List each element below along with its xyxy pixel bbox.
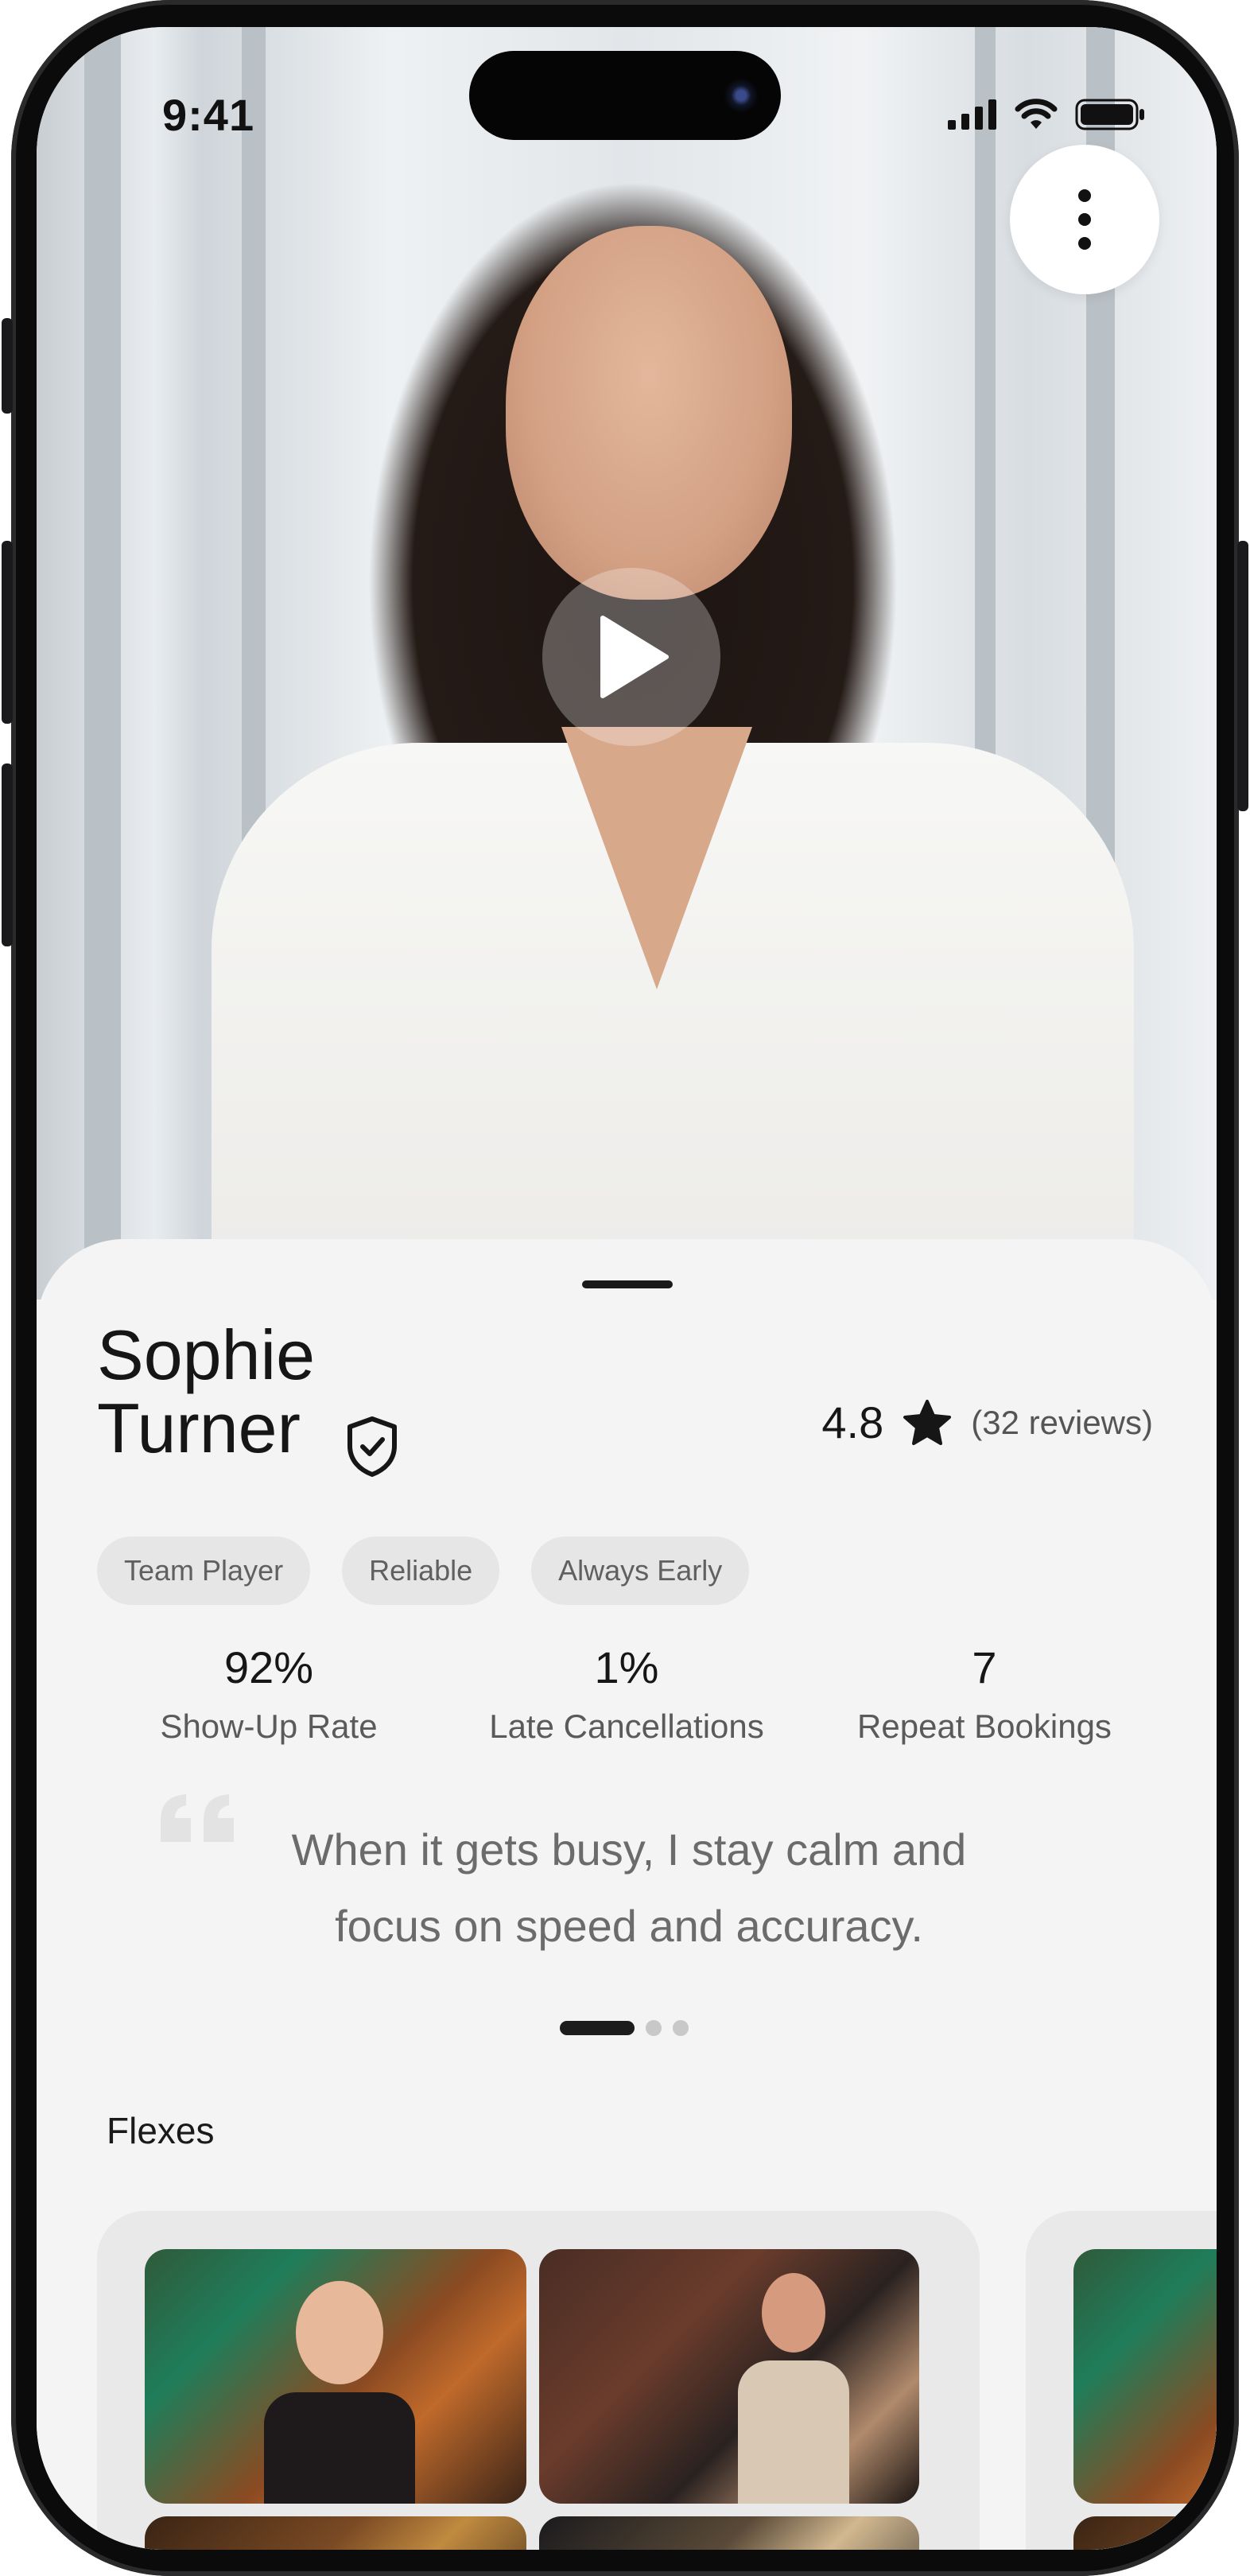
stat-late-cancellations: 1% Late Cancellations [444,1642,809,1746]
shield-check-icon [347,1416,397,1477]
tag-list: Team Player Reliable Always Early [97,1537,750,1605]
play-icon [600,616,669,698]
pager-dot[interactable] [673,2020,689,2036]
photo-subject [738,2360,849,2504]
phone-side-button [2,541,13,724]
more-vertical-icon-dot [1078,237,1091,250]
more-options-button[interactable] [1010,145,1159,294]
camera-icon [724,78,759,113]
phone-side-button [2,763,13,946]
quote-line: When it gets busy, I stay calm and [291,1824,967,1875]
battery-icon [1075,99,1144,130]
flex-photo[interactable] [1073,2249,1217,2504]
stat-value: 92% [223,1642,314,1692]
photo-subject [762,2273,825,2353]
reviews-count: (32 reviews) [971,1403,1153,1441]
flex-card[interactable] [1026,2211,1217,2550]
status-icons [948,99,1145,130]
stat-show-up-rate: 92% Show-Up Rate [86,1642,452,1746]
flex-photo[interactable] [145,2516,526,2550]
stat-repeat-bookings: 7 Repeat Bookings [802,1642,1167,1746]
tag-chip: Always Early [531,1537,750,1605]
photo-subject [296,2281,383,2384]
person-face [506,226,792,600]
flex-photo[interactable] [539,2249,919,2504]
play-button[interactable] [542,568,720,746]
stat-label: Repeat Bookings [857,1708,1112,1745]
quote-pager[interactable] [560,2020,689,2036]
stat-label: Late Cancellations [489,1708,764,1745]
profile-first-name: Sophie [97,1315,316,1394]
flex-photo[interactable] [1073,2516,1217,2550]
wifi-icon [1015,99,1058,129]
pager-dot-active[interactable] [560,2021,635,2035]
stat-value: 7 [972,1642,997,1692]
app-screen: 9:41 Sophie Turner 4.8 (32 reviews) Team… [37,27,1217,2550]
stat-value: 1% [594,1642,659,1692]
profile-sheet: Sophie Turner 4.8 (32 reviews) Team Play… [37,1239,1217,2550]
testimonial-quote: When it gets busy, I stay calm and focus… [196,1812,1062,1964]
tag-chip: Reliable [342,1537,500,1605]
flex-photo[interactable] [539,2516,919,2550]
rating-value: 4.8 [821,1397,884,1447]
phone-side-button [2,318,13,414]
sheet-grabber[interactable] [582,1280,673,1288]
dynamic-island [469,51,781,140]
more-vertical-icon [1078,189,1091,202]
quote-line: focus on speed and accuracy. [335,1901,923,1951]
window-frame [84,27,121,1300]
signal-icon [948,99,996,130]
stats-row: 92% Show-Up Rate 1% Late Cancellations 7… [37,1642,1217,1753]
section-title-flexes: Flexes [107,2110,215,2151]
tag-chip: Team Player [97,1537,311,1605]
rating-summary[interactable]: 4.8 (32 reviews) [821,1397,1153,1448]
flex-card[interactable] [97,2211,980,2550]
star-icon [903,1399,952,1445]
photo-subject [264,2392,415,2504]
pager-dot[interactable] [646,2020,662,2036]
stat-label: Show-Up Rate [160,1708,378,1745]
more-vertical-icon-dot [1078,213,1091,226]
phone-side-button [1237,541,1248,811]
status-time: 9:41 [162,90,255,140]
flex-photo[interactable] [145,2249,526,2504]
